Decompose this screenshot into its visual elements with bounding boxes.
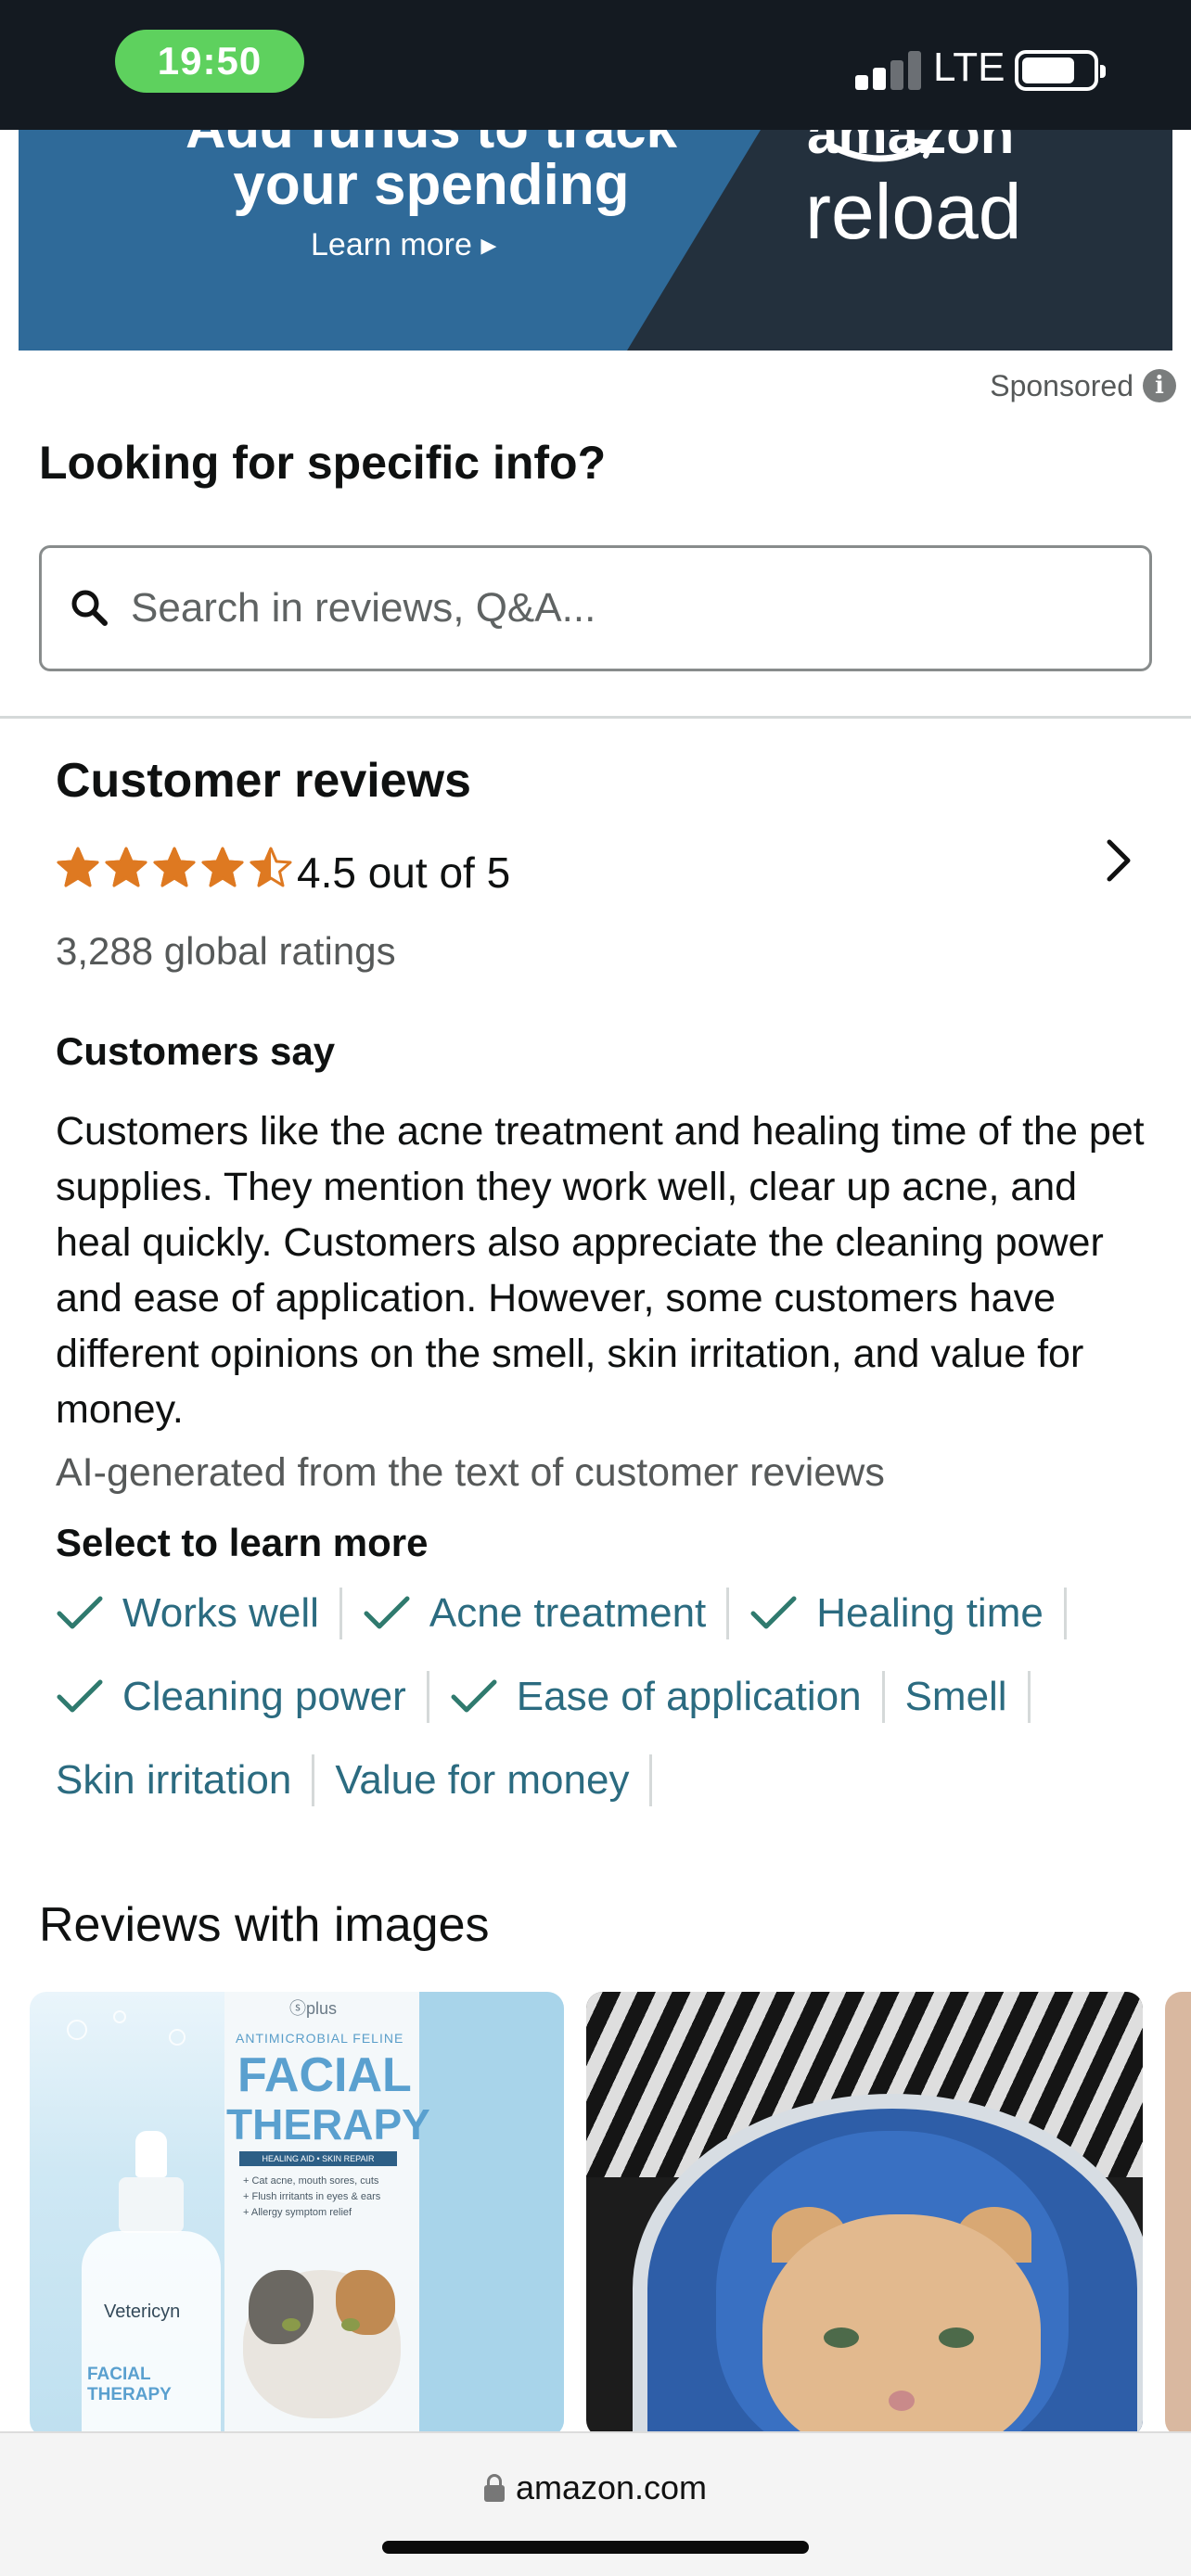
checkmark-icon [57, 1679, 103, 1713]
aspect-tag[interactable]: Acne treatment [363, 1588, 730, 1639]
box-bullets: + Cat acne, mouth sores, cuts + Flush ir… [243, 2174, 380, 2221]
ad-banner[interactable]: Add funds to track your spending Learn m… [19, 130, 1172, 351]
star-full-icon [57, 847, 99, 887]
image-backdrop [419, 1992, 564, 2437]
info-icon[interactable]: i [1143, 369, 1176, 402]
lookup-title: Looking for specific info? [39, 437, 607, 489]
product-bottle: Vetericyn FACIAL THERAPY [82, 2131, 221, 2437]
aspect-tag-label: Smell [904, 1674, 1007, 1719]
sponsored-text: Sponsored [990, 368, 1133, 402]
checkmark-icon [451, 1679, 497, 1713]
checkmark-icon [57, 1596, 103, 1629]
browser-address-bar[interactable]: amazon.com [0, 2431, 1191, 2576]
reviews-with-images-title: Reviews with images [39, 1898, 490, 1952]
review-aspect-tags: Works well Acne treatment Healing time Clea… [56, 1588, 1169, 1806]
global-ratings-count[interactable]: 3,288 global ratings [56, 929, 396, 974]
aspect-tag[interactable]: Skin irritation [56, 1754, 315, 1806]
review-image-product[interactable]: Vetericyn FACIAL THERAPY ⓢplus ANTIMICRO… [30, 1992, 564, 2437]
bottle-label: FACIAL THERAPY [87, 2365, 172, 2404]
aspect-tag[interactable]: Smell [905, 1671, 1031, 1723]
review-image-cat-cone[interactable] [586, 1992, 1143, 2437]
box-title-1: FACIAL [237, 2048, 412, 2102]
aspect-tag-label: Ease of application [516, 1674, 862, 1719]
customers-say-title: Customers say [56, 1029, 336, 1073]
aspect-tag[interactable]: Value for money [335, 1754, 653, 1806]
status-time[interactable]: 19:50 [115, 30, 304, 93]
network-label: LTE [933, 45, 1005, 90]
aspect-tag-label: Value for money [335, 1757, 630, 1803]
star-half-icon [250, 847, 292, 887]
select-to-learn-more: Select to learn more [56, 1521, 429, 1564]
box-plus-label: ⓢplus [289, 1999, 338, 2018]
aspect-tag-label: Skin irritation [56, 1757, 292, 1803]
aspect-tag-label: Cleaning power [122, 1674, 406, 1719]
box-bullet: + Flush irritants in eyes & ears [243, 2191, 381, 2202]
review-search-box[interactable] [39, 545, 1152, 671]
ai-generated-note: AI-generated from the text of customer r… [56, 1450, 885, 1495]
checkmark-icon [364, 1596, 410, 1629]
box-bullet: + Cat acne, mouth sores, cuts [243, 2175, 379, 2187]
bottle-brand: Vetericyn [104, 2302, 181, 2322]
ad-brand-reload: reload [805, 168, 1022, 255]
ad-learn-more-link[interactable]: Learn more ▸ [311, 226, 496, 263]
amazon-smile-icon [826, 138, 936, 162]
rating-text: 4.5 out of 5 [297, 848, 511, 897]
box-small-label: ANTIMICROBIAL FELINE [236, 2031, 404, 2046]
chevron-right-icon[interactable] [1098, 835, 1139, 886]
box-title-2: THERAPY [226, 2100, 430, 2149]
url-text: amazon.com [515, 2468, 708, 2506]
box-strip: HEALING AID • SKIN REPAIR [239, 2151, 397, 2166]
ad-headline: your spending [233, 153, 630, 217]
section-divider [0, 716, 1191, 719]
checkmark-icon [750, 1596, 797, 1629]
aspect-tag[interactable]: Works well [56, 1588, 342, 1639]
url-display[interactable]: amazon.com [0, 2468, 1191, 2507]
star-full-icon [105, 847, 147, 887]
aspect-tag[interactable]: Cleaning power [56, 1671, 429, 1723]
box-bullet: + Allergy symptom relief [243, 2207, 352, 2218]
battery-icon [1015, 50, 1106, 91]
aspect-tag-label: Acne treatment [429, 1590, 707, 1636]
sponsored-label[interactable]: Sponsored i [990, 365, 1176, 406]
star-full-icon [201, 847, 244, 887]
aspect-tag[interactable]: Healing time [749, 1588, 1067, 1639]
aspect-tag[interactable]: Ease of application [450, 1671, 885, 1723]
status-bar: 19:50 LTE [0, 0, 1191, 130]
customer-reviews-title: Customer reviews [56, 754, 471, 808]
star-rating [56, 846, 293, 890]
aspect-tag-label: Works well [122, 1590, 319, 1636]
star-full-icon [153, 847, 196, 887]
review-search-input[interactable] [131, 585, 1105, 631]
lock-icon [483, 2474, 505, 2502]
review-image-partial[interactable] [1165, 1992, 1191, 2437]
aspect-tag-label: Healing time [816, 1590, 1044, 1636]
review-summary: Customers like the acne treatment and he… [56, 1109, 1145, 1432]
signal-icon [855, 51, 922, 90]
home-indicator[interactable] [382, 2541, 809, 2554]
search-icon [71, 590, 108, 626]
